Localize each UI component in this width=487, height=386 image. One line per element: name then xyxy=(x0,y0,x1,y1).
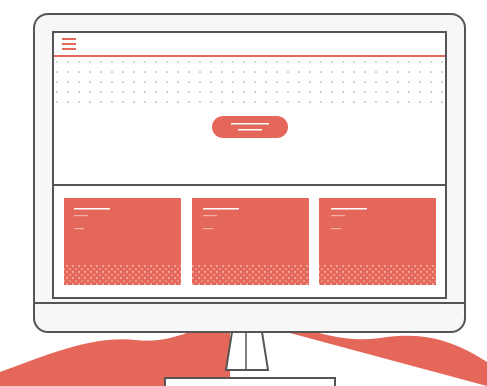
stand-base xyxy=(164,377,336,386)
hero-pattern xyxy=(56,58,444,110)
hamburger-menu-icon[interactable] xyxy=(62,38,76,50)
hero-button[interactable] xyxy=(212,116,288,138)
card-1[interactable] xyxy=(64,198,181,285)
monitor-illustration xyxy=(0,0,487,386)
illustration-svg xyxy=(0,13,487,386)
monitor-stand xyxy=(224,331,270,371)
card-3[interactable] xyxy=(319,198,436,285)
card-2[interactable] xyxy=(192,198,309,285)
